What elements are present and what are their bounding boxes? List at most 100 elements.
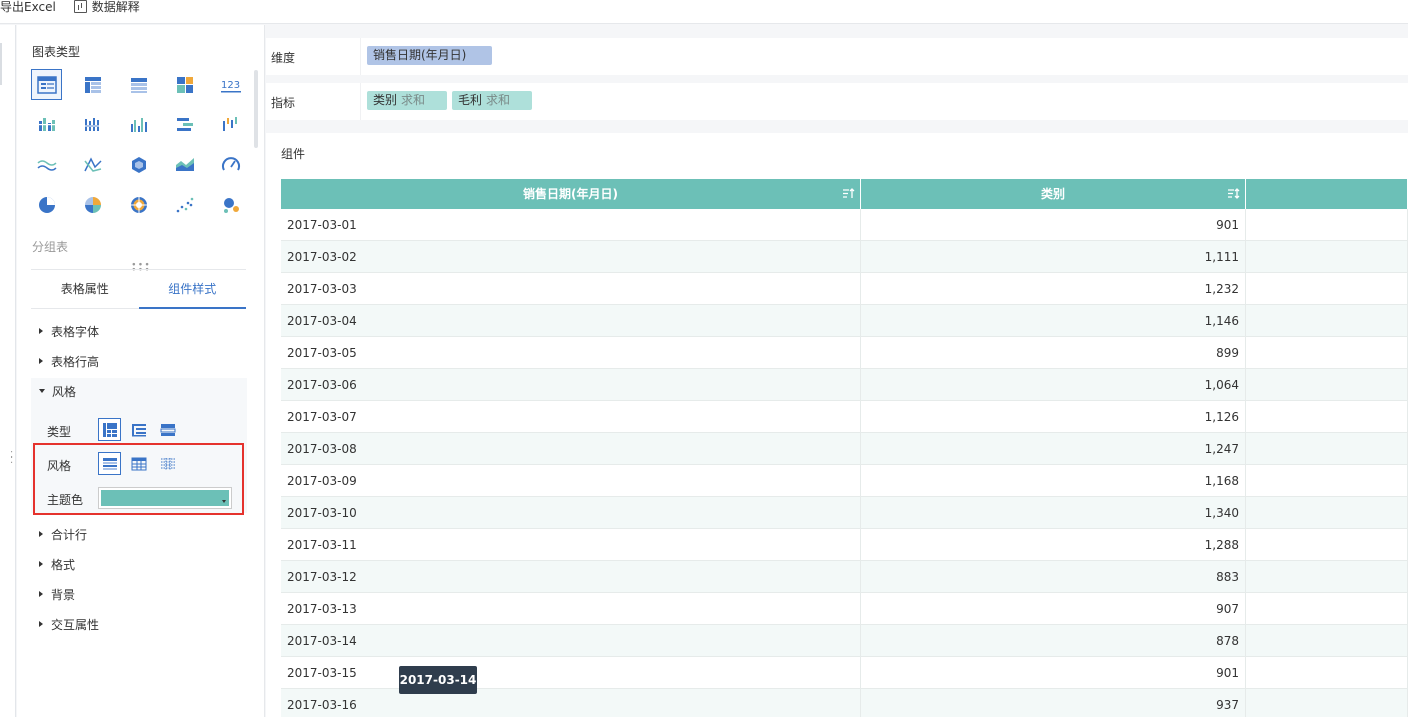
extra-cell[interactable] xyxy=(1246,657,1408,688)
chart-type-scatter[interactable] xyxy=(169,189,200,220)
column-header-category[interactable]: 类别 xyxy=(861,179,1246,209)
extra-cell[interactable] xyxy=(1246,401,1408,432)
category-value-cell[interactable]: 899 xyxy=(861,337,1246,368)
chart-type-treemap[interactable] xyxy=(169,69,200,100)
date-cell[interactable]: 2017-03-09 xyxy=(281,465,861,496)
date-cell[interactable]: 2017-03-02 xyxy=(281,241,861,272)
table-row[interactable]: 2017-03-01 901 xyxy=(281,209,1408,241)
table-row[interactable]: 2017-03-12 883 xyxy=(281,561,1408,593)
extra-cell[interactable] xyxy=(1246,593,1408,624)
chart-type-gauge[interactable] xyxy=(215,149,246,180)
category-value-cell[interactable]: 878 xyxy=(861,625,1246,656)
date-cell[interactable]: 2017-03-12 xyxy=(281,561,861,592)
section-style-header[interactable]: 风格 xyxy=(39,383,76,399)
category-value-cell[interactable]: 1,168 xyxy=(861,465,1246,496)
chart-type-pie[interactable] xyxy=(31,189,62,220)
category-value-cell[interactable]: 1,146 xyxy=(861,305,1246,336)
tab-table-properties[interactable]: 表格属性 xyxy=(31,277,139,308)
chart-type-radar-line[interactable] xyxy=(77,149,108,180)
date-cell[interactable]: 2017-03-15 xyxy=(281,657,861,688)
extra-cell[interactable] xyxy=(1246,561,1408,592)
column-header-date[interactable]: 销售日期(年月日) xyxy=(281,179,861,209)
chart-type-area[interactable] xyxy=(169,149,200,180)
metric-field-pill[interactable]: 毛利 求和 xyxy=(452,91,532,110)
date-cell[interactable]: 2017-03-07 xyxy=(281,401,861,432)
table-row[interactable]: 2017-03-13 907 xyxy=(281,593,1408,625)
category-value-cell[interactable]: 883 xyxy=(861,561,1246,592)
table-row[interactable]: 2017-03-14 878 xyxy=(281,625,1408,657)
date-cell[interactable]: 2017-03-01 xyxy=(281,209,861,240)
category-value-cell[interactable]: 1,064 xyxy=(861,369,1246,400)
dimension-field-pill[interactable]: 销售日期(年月日) xyxy=(367,46,492,65)
category-value-cell[interactable]: 901 xyxy=(861,657,1246,688)
category-value-cell[interactable]: 1,126 xyxy=(861,401,1246,432)
extra-cell[interactable] xyxy=(1246,465,1408,496)
date-cell[interactable]: 2017-03-16 xyxy=(281,689,861,717)
date-cell[interactable]: 2017-03-06 xyxy=(281,369,861,400)
type-option-1[interactable] xyxy=(98,418,121,441)
date-cell[interactable]: 2017-03-11 xyxy=(281,529,861,560)
category-value-cell[interactable]: 901 xyxy=(861,209,1246,240)
extra-cell[interactable] xyxy=(1246,209,1408,240)
category-value-cell[interactable]: 1,247 xyxy=(861,433,1246,464)
chart-type-waterfall[interactable] xyxy=(215,109,246,140)
date-cell[interactable]: 2017-03-10 xyxy=(281,497,861,528)
table-row[interactable]: 2017-03-07 1,126 xyxy=(281,401,1408,433)
chart-type-multi-pie[interactable] xyxy=(123,189,154,220)
extra-cell[interactable] xyxy=(1246,529,1408,560)
chart-type-kpi[interactable]: 123 xyxy=(215,69,246,100)
date-cell[interactable]: 2017-03-05 xyxy=(281,337,861,368)
section-row-height[interactable]: 表格行高 xyxy=(39,353,99,369)
section-interaction[interactable]: 交互属性 xyxy=(39,616,99,632)
extra-cell[interactable] xyxy=(1246,241,1408,272)
column-header-extra[interactable] xyxy=(1246,179,1408,209)
category-value-cell[interactable]: 907 xyxy=(861,593,1246,624)
panel-resize-handle-icon[interactable]: ⁚ ⁚ xyxy=(10,451,16,467)
table-row[interactable]: 2017-03-02 1,111 xyxy=(281,241,1408,273)
extra-cell[interactable] xyxy=(1246,337,1408,368)
chart-type-multi-bar[interactable] xyxy=(31,109,62,140)
chart-type-group-table[interactable] xyxy=(31,69,62,100)
chart-type-cross-table[interactable] xyxy=(77,69,108,100)
table-row[interactable]: 2017-03-11 1,288 xyxy=(281,529,1408,561)
extra-cell[interactable] xyxy=(1246,433,1408,464)
date-cell[interactable]: 2017-03-03 xyxy=(281,273,861,304)
category-value-cell[interactable]: 937 xyxy=(861,689,1246,717)
table-row[interactable]: 2017-03-09 1,168 xyxy=(281,465,1408,497)
section-background[interactable]: 背景 xyxy=(39,586,75,602)
table-row[interactable]: 2017-03-10 1,340 xyxy=(281,497,1408,529)
data-explain-button[interactable]: 数据解释 xyxy=(73,0,140,14)
metric-field-pill[interactable]: 类别 求和 xyxy=(367,91,447,110)
table-row[interactable]: 2017-03-03 1,232 xyxy=(281,273,1408,305)
category-value-cell[interactable]: 1,340 xyxy=(861,497,1246,528)
category-value-cell[interactable]: 1,288 xyxy=(861,529,1246,560)
chart-type-rose-pie[interactable] xyxy=(77,189,108,220)
type-option-2[interactable] xyxy=(127,418,150,441)
table-row[interactable]: 2017-03-08 1,247 xyxy=(281,433,1408,465)
chart-grid-scrollbar[interactable] xyxy=(254,70,258,148)
extra-cell[interactable] xyxy=(1246,625,1408,656)
type-option-3[interactable] xyxy=(156,418,179,441)
extra-cell[interactable] xyxy=(1246,305,1408,336)
chart-type-column[interactable] xyxy=(123,109,154,140)
date-cell[interactable]: 2017-03-08 xyxy=(281,433,861,464)
table-row[interactable]: 2017-03-04 1,146 xyxy=(281,305,1408,337)
category-value-cell[interactable]: 1,232 xyxy=(861,273,1246,304)
table-row[interactable]: 2017-03-06 1,064 xyxy=(281,369,1408,401)
chart-type-bubble[interactable] xyxy=(215,189,246,220)
sort-ascending-icon[interactable] xyxy=(842,187,855,200)
extra-cell[interactable] xyxy=(1246,497,1408,528)
section-format[interactable]: 格式 xyxy=(39,556,75,572)
chart-type-line[interactable] xyxy=(31,149,62,180)
export-excel-button[interactable]: 导出Excel xyxy=(0,0,56,14)
sort-toggle-icon[interactable] xyxy=(1227,187,1240,200)
drag-handle-icon[interactable]: ∙∙∙ ∙∙∙ xyxy=(131,261,151,275)
chart-type-bar-range[interactable] xyxy=(169,109,200,140)
chart-type-stacked-bar[interactable] xyxy=(77,109,108,140)
extra-cell[interactable] xyxy=(1246,689,1408,717)
chart-type-polygon[interactable] xyxy=(123,149,154,180)
section-total-row[interactable]: 合计行 xyxy=(39,526,87,542)
extra-cell[interactable] xyxy=(1246,369,1408,400)
section-table-font[interactable]: 表格字体 xyxy=(39,323,99,339)
extra-cell[interactable] xyxy=(1246,273,1408,304)
